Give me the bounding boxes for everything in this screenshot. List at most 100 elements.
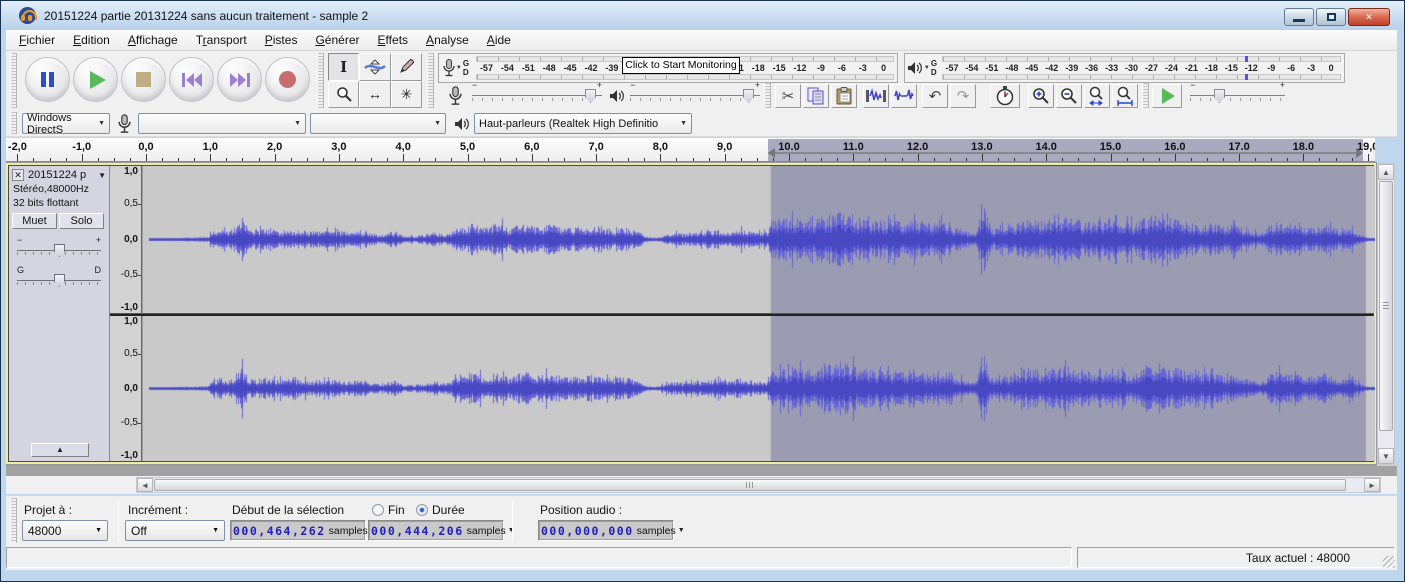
envelope-tool-button[interactable] [359,53,391,81]
redo-button[interactable]: ↷ [950,84,976,108]
audio-position-counter[interactable]: 000,000,000 samples ▼ [538,520,685,541]
scroll-left-icon[interactable]: ◄ [137,478,153,492]
ruler-tick [403,154,405,161]
menu-item-transport[interactable]: Transport [187,31,256,49]
horizontal-scroll-thumb[interactable] [154,479,1346,491]
transcription-toolbar-grabber[interactable] [1142,83,1149,108]
menu-item-pistes[interactable]: Pistes [256,31,307,49]
selection-start-counter[interactable]: 000,464,262samples▼ [230,520,377,541]
skip-to-start-button[interactable] [169,57,214,102]
zoom-in-button[interactable] [1028,84,1054,108]
vertical-scale-right-channel[interactable]: 1,0 0,5 0,0 -0,5 -1,0 [110,316,142,461]
menu-item-affichage[interactable]: Affichage [119,31,187,49]
selection-length-radio-label[interactable]: Durée [432,503,465,517]
title-bar[interactable]: 20151224 partie 20131224 sans aucun trai… [1,1,1404,30]
scroll-up-icon[interactable]: ▲ [1378,164,1394,180]
db-tick-label: -54 [965,63,979,73]
track-collapse-button[interactable]: ▲ [31,443,89,457]
timeline-ruler[interactable]: -2,0 -1,0 0,0 1,0 2,0 3,0 4,0 5,0 6,0 7,0 8,0 9,0 10… [6,138,1375,162]
edit-toolbar-grabber[interactable] [764,83,771,108]
restore-button[interactable] [1316,8,1346,26]
menu-item-effets[interactable]: Effets [369,31,418,49]
selection-tool-button[interactable]: I [328,53,360,81]
fit-project-button[interactable] [1112,84,1138,108]
db-tick-label: -15 [772,63,786,73]
audacity-logo-icon [19,7,37,24]
meter-dropdown-icon[interactable]: ▼ [456,65,462,71]
pan-thumb[interactable] [53,274,65,287]
selection-end-radio[interactable] [372,504,384,516]
menu-item-aide[interactable]: Aide [478,31,520,49]
track-title[interactable]: 20151224 p [28,169,86,181]
minimize-button[interactable] [1284,8,1314,26]
selection-length-counter[interactable]: 000,444,206samples▼ [368,520,515,541]
stop-button[interactable] [121,57,166,102]
pan-slider[interactable]: GD [17,265,101,287]
play-button[interactable] [73,57,118,102]
input-device-icon [118,114,131,133]
gain-thumb[interactable] [53,244,65,257]
timeshift-tool-button[interactable]: ↔ [359,80,391,108]
selection-end-radio-label[interactable]: Fin [388,503,405,517]
horizontal-scrollbar[interactable]: ◄ ► [136,477,1381,493]
silence-audio-button[interactable] [891,84,917,108]
solo-button[interactable]: Solo [59,213,104,229]
track-bitdepth: 32 bits flottant [13,197,79,209]
skip-to-end-button[interactable] [217,57,262,102]
mute-button[interactable]: Muet [12,213,57,229]
copy-button[interactable] [803,84,829,108]
selection-toolbar-grabber[interactable] [10,498,17,543]
play-at-speed-button[interactable] [1152,84,1182,108]
ruler-tick [644,158,646,161]
record-button[interactable] [265,57,310,102]
input-channels-select[interactable]: ▼ [310,113,446,134]
paste-button[interactable] [831,84,857,108]
multi-tool-button[interactable]: ✳ [390,80,422,108]
monitoring-tooltip[interactable]: Click to Start Monitoring [622,57,740,74]
close-button[interactable]: ✕ [1348,8,1390,26]
scroll-down-icon[interactable]: ▼ [1378,448,1394,464]
input-volume-slider[interactable]: − + [472,80,602,103]
track-menu-icon[interactable]: ▼ [98,171,106,180]
playback-speed-slider[interactable]: − + [1190,80,1285,103]
vertical-scrollbar[interactable]: ▲ ▼ [1377,163,1395,465]
meter-dropdown-icon[interactable]: ▼ [924,65,930,71]
playback-meter[interactable]: ▼ GD -57 -54 -51 -48 -45 -42 -39 -36 -33 -30 -27 -2… [904,53,1345,83]
snap-select[interactable]: Off ▼ [125,520,225,541]
scroll-right-icon[interactable]: ► [1364,478,1380,492]
track-close-button[interactable]: ✕ [12,169,24,181]
waveform-left-channel[interactable] [143,166,1375,313]
gain-slider[interactable]: − + [17,235,101,257]
audio-host-select[interactable]: Windows DirectS ▼ [22,112,110,136]
draw-tool-button[interactable] [390,53,422,81]
ruler-tick [306,158,308,161]
db-tick-label: -51 [521,63,535,73]
timer-record-button[interactable] [990,84,1020,108]
vertical-scale-left-channel[interactable]: 1,0 0,5 0,0 -0,5 -1,0 [110,166,142,313]
transport-toolbar-grabber[interactable] [10,53,17,108]
menu-item-générer[interactable]: Générer [306,31,368,49]
vertical-scroll-thumb[interactable] [1379,181,1393,431]
input-device-select[interactable]: ▼ [138,113,306,134]
zoom-out-button[interactable] [1056,84,1082,108]
meter-toolbar-grabber[interactable] [427,53,434,108]
undo-button[interactable]: ↶ [922,84,948,108]
menu-item-edition[interactable]: Edition [64,31,119,49]
selection-length-radio[interactable] [416,504,428,516]
output-volume-slider[interactable]: − + [630,80,760,103]
tools-toolbar-grabber[interactable] [317,53,324,108]
trim-audio-button[interactable] [863,84,889,108]
menu-item-analyse[interactable]: Analyse [417,31,478,49]
zoom-tool-button[interactable] [328,80,360,108]
fit-selection-button[interactable] [1084,84,1110,108]
resize-grip[interactable] [1383,556,1395,568]
cut-button[interactable]: ✂ [775,84,801,108]
project-rate-select[interactable]: 48000 ▼ [22,520,108,541]
output-device-select[interactable]: Haut-parleurs (Realtek High Definitio ▼ [474,113,692,134]
menu-item-fichier[interactable]: Fichier [10,31,64,49]
ruler-tick [17,154,19,161]
waveform-right-channel[interactable] [143,316,1375,461]
pause-button[interactable] [25,57,70,102]
device-toolbar-grabber[interactable] [10,112,17,134]
ruler-tick [1046,154,1048,161]
